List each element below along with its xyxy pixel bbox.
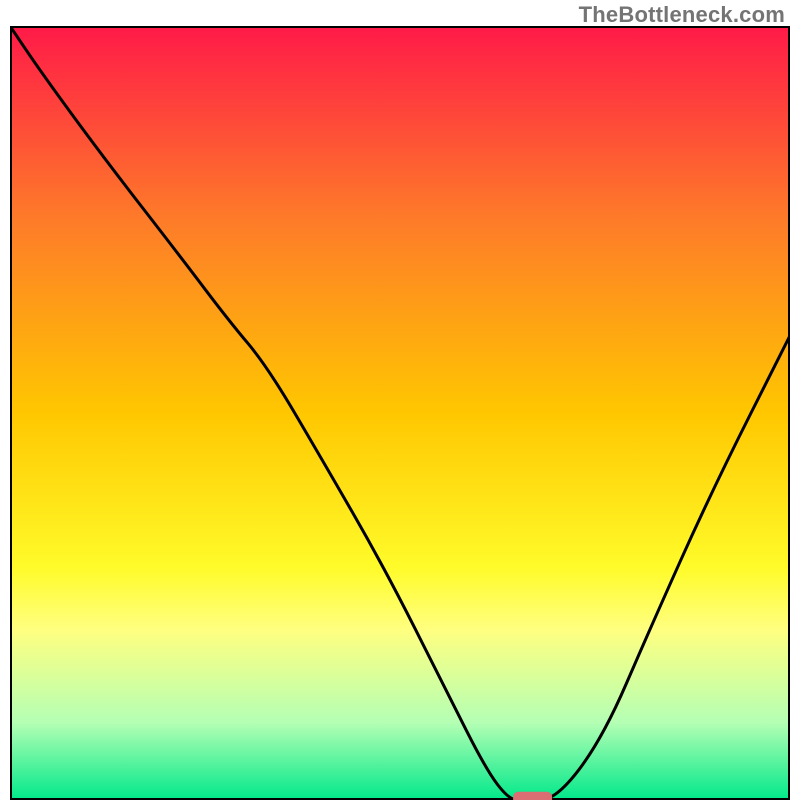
watermark-text: TheBottleneck.com bbox=[579, 2, 785, 28]
optimal-marker bbox=[513, 792, 552, 800]
bottleneck-chart bbox=[10, 26, 790, 800]
plot-background bbox=[10, 26, 790, 800]
chart-container: TheBottleneck.com bbox=[0, 0, 800, 800]
